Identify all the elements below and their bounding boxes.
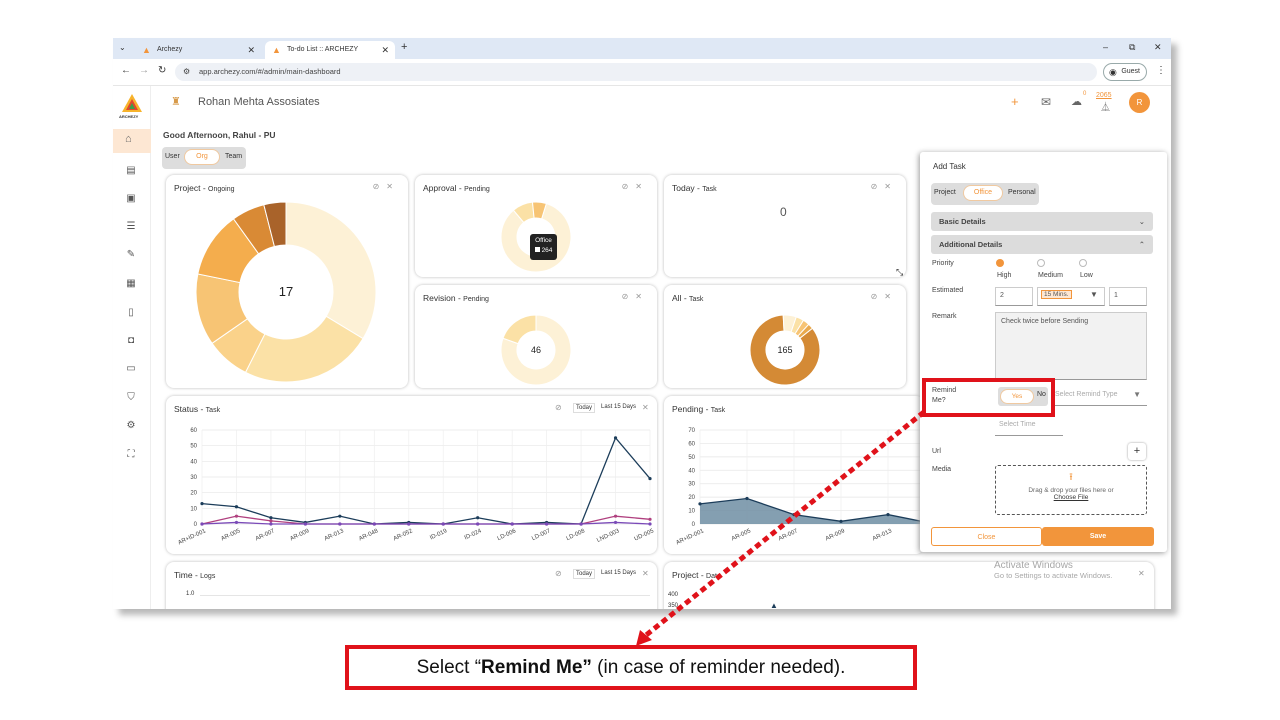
- callout-prefix: Select “: [416, 657, 482, 678]
- callout-suffix: (in case of reminder needed).: [591, 657, 846, 678]
- instruction-callout: Select “Remind Me” (in case of reminder …: [345, 645, 917, 690]
- callout-bold: Remind Me”: [481, 657, 592, 678]
- callout-arrow: [636, 410, 926, 646]
